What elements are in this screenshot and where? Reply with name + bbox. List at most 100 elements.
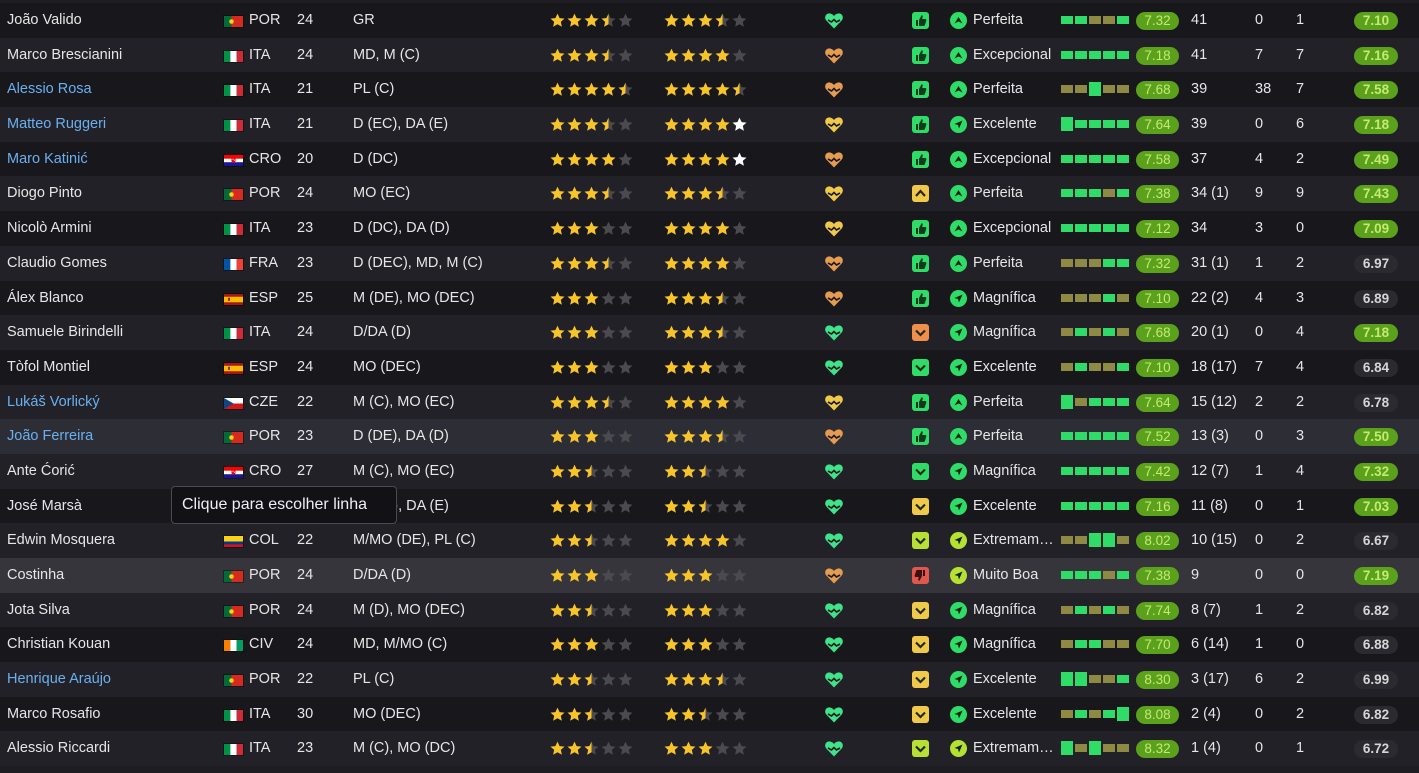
rating-badge: 7.64	[1136, 116, 1179, 135]
italy-flag	[224, 120, 243, 132]
form-bar	[1075, 50, 1087, 59]
star-icon	[618, 568, 633, 583]
player-name[interactable]: Marco Rosafio	[7, 697, 100, 732]
player-row[interactable]: Diogo Pinto POR 24 MO (EC) Perfeita 7.38 34 (1…	[0, 176, 1419, 212]
star-icon	[732, 637, 747, 652]
goals: 9	[1255, 185, 1264, 202]
player-row[interactable]: Matteo Ruggeri ITA 21 D (EC), DA (E) Excelen…	[0, 107, 1419, 142]
star-icon	[618, 464, 633, 479]
player-name[interactable]: Matteo Ruggeri	[7, 107, 106, 142]
star-icon	[550, 117, 565, 132]
form-bars	[1061, 533, 1131, 548]
italy-flag	[224, 224, 243, 236]
player-name[interactable]: Jota Silva	[7, 593, 70, 628]
player-name[interactable]: Ante Ćorić	[7, 454, 75, 489]
heart-icon	[824, 288, 844, 308]
player-row[interactable]: Jota Silva POR 24 M (D), MO (DEC) Magnífica 7…	[0, 592, 1419, 628]
player-row[interactable]: João Ferreira POR 23 D (DE), DA (D) Perfeita…	[0, 419, 1419, 454]
form-label: Extremam…	[973, 740, 1054, 757]
player-row[interactable]: Alessio Riccardi ITA 23 M (C), MO (DC) Extre…	[0, 731, 1419, 767]
heart-icon	[824, 565, 844, 585]
rating-badge: 7.10	[1136, 289, 1179, 308]
thumbs-up-icon	[912, 81, 929, 99]
position: M (C), MO (EC)	[353, 462, 455, 479]
star-icon	[715, 464, 730, 479]
star-icon	[601, 741, 616, 756]
player-name[interactable]: Maro Katinić	[7, 142, 88, 177]
player-name[interactable]: Costinha	[7, 558, 64, 593]
player-name[interactable]: João Ferreira	[7, 419, 93, 454]
player-row[interactable]: Tòfol Montiel ESP 24 MO (DEC) Excelente 7.10 1…	[0, 349, 1419, 385]
goals: 1	[1255, 254, 1264, 271]
form-bar	[1061, 605, 1073, 614]
star-icon	[698, 48, 713, 63]
player-row[interactable]: Edwin Mosquera COL 22 M/MO (DE), PL (C) Extr…	[0, 523, 1419, 558]
player-row[interactable]: Ante Ćorić CRO 27 M (C), MO (EC) Magnífica 7.…	[0, 453, 1419, 489]
player-row[interactable]: Claudio Gomes FRA 23 D (DEC), MD, M (C) Perf…	[0, 245, 1419, 281]
player-row[interactable]: Samuele Birindelli ITA 24 D/DA (D) Magnífica…	[0, 315, 1419, 350]
spain-flag	[224, 362, 243, 374]
italy-flag	[224, 50, 243, 62]
player-name[interactable]: Lukáš Vorlický	[7, 385, 100, 420]
player-name[interactable]: Alessio Riccardi	[7, 731, 110, 766]
player-row[interactable]: Marco Rosafio ITA 30 MO (DEC) Excelente 8.08 2…	[0, 696, 1419, 732]
potential-ability-stars	[664, 464, 747, 479]
player-name[interactable]: Samuele Birindelli	[7, 315, 123, 350]
form-bar	[1089, 50, 1101, 59]
form-label: Perfeita	[973, 185, 1023, 202]
star-icon	[601, 186, 616, 201]
player-name[interactable]: Diogo Pinto	[7, 176, 82, 211]
current-ability-stars	[550, 82, 633, 97]
form-bar	[1103, 154, 1115, 163]
thumbs-up-icon	[912, 116, 929, 134]
potential-ability-stars	[664, 13, 747, 28]
form-bar	[1103, 432, 1115, 441]
assists: 2	[1296, 254, 1305, 271]
star-icon	[584, 152, 599, 167]
player-name[interactable]: Nicolò Armini	[7, 211, 92, 246]
goals: 6	[1255, 671, 1264, 688]
position: D (EC), DA (E)	[353, 116, 449, 133]
italy-flag	[224, 85, 243, 97]
goals: 4	[1255, 150, 1264, 167]
player-name[interactable]: Alessio Rosa	[7, 72, 92, 107]
star-icon	[584, 429, 599, 444]
player-name[interactable]: Álex Blanco	[7, 281, 84, 316]
player-row[interactable]: João Valido POR 24 GR Perfeita 7.32 41 0 1 7.10	[0, 3, 1419, 38]
potential-ability-stars	[664, 741, 747, 756]
star-icon	[550, 429, 565, 444]
player-row[interactable]: Costinha POR 24 D/DA (D) Muito Boa 7.38 9 0 0 7.1…	[0, 558, 1419, 593]
form-bar	[1103, 120, 1115, 129]
average-rating: 6.82	[1354, 705, 1398, 724]
potential-ability-stars	[664, 325, 747, 340]
player-name[interactable]: Tòfol Montiel	[7, 350, 90, 385]
goals: 0	[1255, 497, 1264, 514]
appearances: 22 (2)	[1191, 289, 1229, 306]
goals: 0	[1255, 428, 1264, 445]
assists: 1	[1296, 740, 1305, 757]
player-row[interactable]: Marco Brescianini ITA 24 MD, M (C) Excepcion…	[0, 37, 1419, 73]
player-name[interactable]: Marco Brescianini	[7, 38, 122, 73]
player-row[interactable]: Lukáš Vorlický CZE 22 M (C), MO (EC) Perfeit…	[0, 384, 1419, 420]
player-row[interactable]: Nicolò Armini ITA 23 D (DC), DA (D) Excepcio…	[0, 211, 1419, 246]
player-name[interactable]: José Marsà	[7, 489, 82, 524]
player-name[interactable]: Christian Kouan	[7, 627, 110, 662]
star-icon	[584, 707, 599, 722]
star-icon	[664, 325, 679, 340]
star-icon	[732, 13, 747, 28]
form-label: Perfeita	[973, 81, 1023, 98]
player-name[interactable]: Henrique Araújo	[7, 662, 111, 697]
ivory-coast-flag	[224, 640, 243, 652]
player-name[interactable]: Edwin Mosquera	[7, 523, 115, 558]
player-row[interactable]: Christian Kouan CIV 24 MD, M/MO (C) Magnífic…	[0, 627, 1419, 663]
star-icon	[567, 707, 582, 722]
player-name[interactable]: João Valido	[7, 3, 82, 38]
player-row[interactable]: Álex Blanco ESP 25 M (DE), MO (DEC) Magnífic…	[0, 280, 1419, 316]
player-row[interactable]: Maro Katinić CRO 20 D (DC) Excepcional 7.58 37…	[0, 141, 1419, 177]
player-row[interactable]: Alessio Rosa ITA 21 PL (C) Perfeita 7.68 39 38 7…	[0, 72, 1419, 108]
player-row[interactable]: Henrique Araújo POR 22 PL (C) Excelente 8.30 3…	[0, 662, 1419, 697]
form-bars	[1061, 48, 1131, 62]
form-bar	[1075, 154, 1087, 163]
player-name[interactable]: Claudio Gomes	[7, 246, 107, 281]
rating-badge: 7.38	[1136, 185, 1179, 204]
